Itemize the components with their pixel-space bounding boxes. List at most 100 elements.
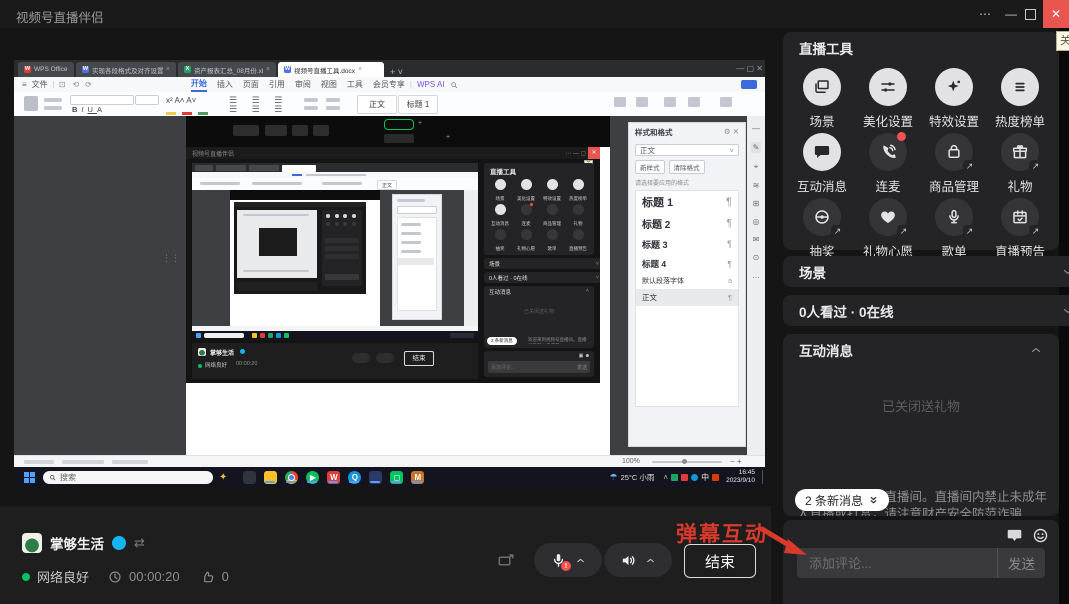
font-name-combo[interactable] [70, 95, 134, 105]
tray-icon[interactable] [681, 474, 688, 481]
menu-wps-ai[interactable]: WPS AI [417, 80, 445, 89]
styles-current-combo[interactable]: 正文˅ [635, 144, 739, 156]
messages-section-header[interactable]: 互动消息 [783, 334, 1059, 366]
end-live-button[interactable]: 结束 [684, 544, 756, 578]
style-item[interactable]: 默认段落字体a [636, 273, 738, 289]
new-tab-button[interactable]: + ˅ [390, 67, 403, 77]
copilot-icon[interactable]: ✦ [219, 472, 227, 483]
menu-page[interactable]: 页面 [243, 79, 259, 90]
effects-sparkle-icon[interactable] [935, 68, 973, 106]
tool-live-trailer[interactable]: ↗ 直播预告 [987, 198, 1053, 260]
chat-bubble-icon[interactable] [803, 133, 841, 171]
tab-close-icon[interactable]: × [166, 66, 170, 73]
start-button[interactable] [24, 472, 35, 483]
document-page[interactable]: + + 视频号直播伴侣 ⋯ — ▢ ✕ 关 [186, 116, 610, 455]
switch-account-icon[interactable]: ⇄ [134, 535, 145, 551]
save-icon[interactable]: ⊡ [59, 80, 66, 89]
taskbar-clock[interactable]: 16:45 2023/9/10 [726, 469, 755, 485]
shopping-bag-icon[interactable]: ↗ [935, 133, 973, 171]
style-gallery-heading1[interactable]: 标题 1 [398, 95, 438, 114]
side-tool-icon[interactable]: ✉ [753, 235, 760, 244]
speaker-button[interactable] [604, 543, 672, 577]
tray-icon[interactable] [712, 474, 719, 481]
side-tool-icon[interactable]: ⌖ [754, 162, 759, 172]
phone-icon[interactable] [869, 133, 907, 171]
menu-home[interactable]: 开始 [191, 78, 207, 92]
side-tool-icon[interactable]: — [752, 124, 760, 133]
wps-window-controls[interactable]: — ▢ ✕ [736, 64, 763, 73]
side-tool-pen-icon[interactable]: ✎ [751, 142, 762, 153]
side-tool-icon[interactable]: ◎ [753, 217, 760, 226]
paste-button[interactable] [24, 96, 38, 111]
clear-format-button[interactable]: 清除格式 [669, 160, 705, 174]
wps-doc-tab-active[interactable]: W 视频号直播工具.docx × [278, 62, 384, 77]
style-item[interactable]: 标题 4¶ [636, 254, 738, 273]
microphone-button[interactable]: ! [534, 543, 602, 577]
wps-icon[interactable]: W [327, 471, 340, 484]
tool-gifts[interactable]: ↗ 礼物 [987, 133, 1053, 195]
font-effects-buttons[interactable]: x² A˄ A˅ [166, 96, 196, 105]
emoji-icon[interactable] [1032, 527, 1049, 544]
gift-icon[interactable]: ↗ [1001, 133, 1039, 171]
channels-icon[interactable]: ▶ [306, 471, 319, 484]
beauty-sliders-icon[interactable] [869, 68, 907, 106]
menu-tools[interactable]: 工具 [347, 79, 363, 90]
share-button[interactable] [741, 80, 757, 89]
show-desktop-sliver[interactable] [762, 470, 763, 484]
style-item[interactable]: 标题 2¶ [636, 213, 738, 234]
zoom-buttons[interactable]: − + [730, 457, 742, 466]
heart-wish-icon[interactable]: ↗ [869, 198, 907, 236]
menu-insert[interactable]: 插入 [217, 79, 233, 90]
scene-icon[interactable] [803, 68, 841, 106]
wps-doc-tab-1[interactable]: W 实现各段格式及对齐设置方式—(1) × [76, 62, 176, 77]
tool-scene[interactable]: 场景 [789, 68, 855, 130]
ime-indicator[interactable]: 中 [701, 472, 709, 483]
tool-ranking[interactable]: 热度榜单 [987, 68, 1053, 130]
styles-pane-close-icon[interactable]: ⚙ ✕ [724, 127, 739, 138]
side-tool-icon[interactable]: ≋ [753, 181, 760, 190]
tool-effects[interactable]: 特效设置 [921, 68, 987, 130]
send-button[interactable]: 发送 [997, 548, 1045, 578]
highlight-color-button[interactable] [166, 105, 176, 115]
taskbar-search-box[interactable]: 搜索 [43, 471, 213, 484]
taskview-icon[interactable] [243, 471, 256, 484]
calendar-icon[interactable]: ↗ [1001, 198, 1039, 236]
speaker-chevron-icon[interactable] [645, 555, 656, 566]
bold-italic-underline-buttons[interactable]: BIUA [72, 105, 106, 114]
comment-button[interactable] [664, 97, 676, 107]
style-gallery-body-text[interactable]: 正文 [357, 95, 397, 114]
font-size-combo[interactable] [135, 95, 159, 105]
wps-home-tab[interactable]: W WPS Office [18, 62, 74, 77]
ranking-list-icon[interactable] [1001, 68, 1039, 106]
zoom-slider-knob[interactable] [682, 459, 687, 464]
arrange-button[interactable] [688, 97, 700, 107]
side-tool-icon[interactable]: ⊞ [753, 199, 760, 208]
more-menu-button[interactable]: ⋯ [972, 0, 998, 28]
new-messages-badge[interactable]: 2 条新消息 [795, 489, 889, 511]
tab-close-icon[interactable]: × [266, 66, 270, 73]
app-icon[interactable] [369, 471, 382, 484]
menu-member[interactable]: 会员专享 [373, 79, 405, 90]
style-item[interactable]: 标题 3¶ [636, 234, 738, 254]
scene-section-bar[interactable]: 场景 [783, 256, 1069, 287]
wps-sheet-tab[interactable]: X 资产报表汇总_08月份.xlsx × [178, 62, 276, 77]
menu-reference[interactable]: 引用 [269, 79, 285, 90]
side-tool-icon[interactable]: ⊙ [753, 253, 760, 262]
new-style-button[interactable]: 新样式 [635, 160, 665, 174]
maximize-button[interactable] [1017, 0, 1043, 28]
formula-button[interactable] [720, 97, 732, 107]
style-item-selected[interactable]: 正文¶ [636, 289, 738, 306]
m-app-icon[interactable]: M [411, 471, 424, 484]
microphone-note-icon[interactable]: ↗ [935, 198, 973, 236]
screen-share-icon[interactable] [496, 552, 516, 570]
avatar[interactable] [22, 533, 42, 553]
comment-toggle-icon[interactable] [1006, 527, 1023, 544]
close-button[interactable]: ✕ [1043, 0, 1069, 28]
tool-interactive-messages[interactable]: 互动消息 [789, 133, 855, 195]
tray-icon[interactable] [691, 474, 698, 481]
qq-icon[interactable]: Q [348, 471, 361, 484]
redo-icon[interactable]: ⟳ [85, 80, 92, 89]
tool-gift-wish[interactable]: ↗ 礼物心愿 [855, 198, 921, 260]
align-buttons[interactable]: ☰ ☰ ☰ [229, 104, 288, 115]
search-icon[interactable] [450, 81, 458, 89]
